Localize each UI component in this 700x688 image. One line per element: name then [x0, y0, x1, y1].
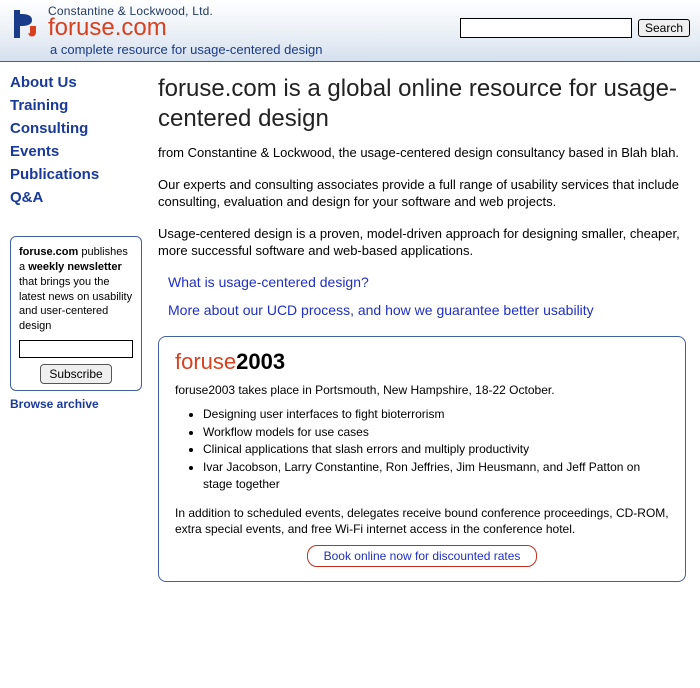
event-bullet: Workflow models for use cases [203, 424, 669, 441]
nav-training[interactable]: Training [10, 95, 150, 116]
sidebar: About Us Training Consulting Events Publ… [0, 62, 150, 411]
tagline: a complete resource for usage-centered d… [50, 42, 690, 57]
event-bullet: Ivar Jacobson, Larry Constantine, Ron Je… [203, 459, 669, 493]
newsletter-email-input[interactable] [19, 340, 133, 358]
intro-paragraph-1: from Constantine & Lockwood, the usage-c… [158, 144, 686, 162]
page-heading: foruse.com is a global online resource f… [158, 74, 686, 134]
primary-nav: About Us Training Consulting Events Publ… [10, 72, 150, 208]
link-ucd-process[interactable]: More about our UCD process, and how we g… [168, 302, 686, 318]
link-what-is-ucd[interactable]: What is usage-centered design? [168, 274, 686, 290]
event-bullet: Clinical applications that slash errors … [203, 441, 669, 458]
nav-events[interactable]: Events [10, 141, 150, 162]
event-bullets: Designing user interfaces to fight biote… [203, 406, 669, 493]
book-online-button[interactable]: Book online now for discounted rates [307, 545, 538, 567]
event-bullet: Designing user interfaces to fight biote… [203, 406, 669, 423]
event-box: foruse2003 foruse2003 takes place in Por… [158, 336, 686, 582]
event-intro: foruse2003 takes place in Portsmouth, Ne… [175, 382, 669, 398]
event-title: foruse2003 [175, 347, 669, 378]
site-header: Constantine & Lockwood, Ltd. foruse.com … [0, 0, 700, 62]
newsletter-text: foruse.com publishes a weekly newsletter… [19, 245, 133, 334]
main-content: foruse.com is a global online resource f… [150, 62, 700, 596]
event-extras: In addition to scheduled events, delegat… [175, 505, 669, 537]
search-area: Search [460, 18, 690, 38]
subscribe-button[interactable]: Subscribe [40, 364, 111, 384]
logo-icon [10, 6, 42, 42]
inline-links: What is usage-centered design? More abou… [168, 274, 686, 318]
browse-archive-link[interactable]: Browse archive [10, 397, 150, 411]
newsletter-box: foruse.com publishes a weekly newsletter… [10, 236, 142, 391]
search-input[interactable] [460, 18, 632, 38]
intro-paragraph-2: Our experts and consulting associates pr… [158, 176, 686, 211]
site-name: foruse.com [48, 16, 213, 40]
search-button[interactable]: Search [638, 19, 690, 37]
nav-qa[interactable]: Q&A [10, 187, 150, 208]
nav-about-us[interactable]: About Us [10, 72, 150, 93]
intro-paragraph-3: Usage-centered design is a proven, model… [158, 225, 686, 260]
nav-publications[interactable]: Publications [10, 164, 150, 185]
nav-consulting[interactable]: Consulting [10, 118, 150, 139]
